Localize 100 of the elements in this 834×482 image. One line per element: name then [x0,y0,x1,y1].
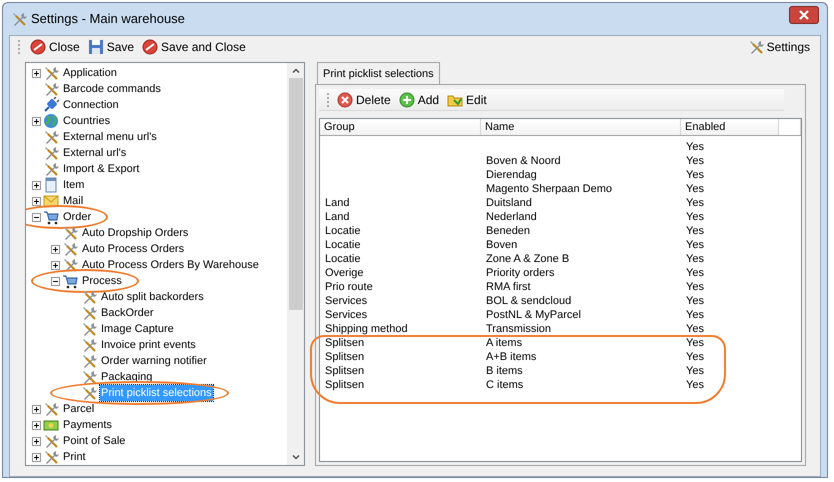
tree-item[interactable]: Invoice print events [100,336,197,354]
table-cell: Dierendag [486,169,537,181]
expand-icon[interactable] [32,196,41,206]
expand-icon[interactable] [51,260,60,270]
tree-item[interactable]: Barcode commands [62,80,162,98]
tree-item[interactable]: Auto split backorders [100,288,205,306]
expand-icon[interactable] [32,116,41,126]
toolbar-button[interactable]: Close [28,38,82,56]
table-cell: B items [486,365,523,377]
tree-item[interactable]: Packaging [100,368,154,386]
tools-icon [62,241,78,257]
tree-item[interactable]: Countries [62,112,112,130]
scrollbar[interactable] [287,63,304,465]
expand-icon[interactable] [32,404,41,414]
document-icon [43,177,59,193]
toolbar-button[interactable]: Delete [337,90,391,108]
tree-item[interactable]: Import & Export [62,160,140,178]
table-cell: C items [486,379,524,391]
table-cell: Priority orders [486,267,554,279]
tree-item[interactable]: Auto Process Orders [81,240,186,258]
table-cell: RMA first [486,281,531,293]
table-cell: A+B items [486,351,536,363]
scroll-thumb[interactable] [288,78,302,310]
tools-icon [81,385,97,401]
column-header[interactable]: Group [320,119,481,135]
table-cell: Yes [686,323,704,335]
scroll-down-icon[interactable] [292,455,300,460]
table-cell: A items [486,337,522,349]
expand-icon[interactable] [32,180,41,190]
expand-icon[interactable] [51,244,60,254]
tree-item[interactable]: External menu url's [62,128,158,146]
tree-item[interactable]: Connection [62,96,120,114]
table-cell: Magento Sherpaan Demo [486,183,612,195]
tools-icon [43,433,59,449]
column-header[interactable]: Enabled [681,119,779,135]
tree-item[interactable]: Application [62,64,118,82]
tree-item[interactable]: Image Capture [100,320,175,338]
table-cell: Yes [686,211,704,223]
table-cell: Yes [686,169,704,181]
tree-item[interactable]: Auto Dropship Orders [81,224,190,242]
table-cell: Boven & Noord [486,155,561,167]
table-cell: Yes [686,379,704,391]
tree-item[interactable]: Mail [62,192,84,210]
tools-icon [81,321,97,337]
close-button[interactable] [789,6,819,24]
tools-icon [81,289,97,305]
table-cell: PostNL & MyParcel [486,309,581,321]
column-header[interactable]: Name [481,119,681,135]
plug-icon [43,97,59,113]
tab[interactable]: Print picklist selections [317,62,440,84]
table-cell: Boven [486,239,518,251]
toolbar-button[interactable]: Save and Close [140,38,248,56]
table-cell: Splitsen [325,351,364,363]
expand-icon[interactable] [32,68,41,78]
table-cell: Prio route [325,281,373,293]
tools-icon [43,81,59,97]
tree-item[interactable]: External url's [62,144,128,162]
close-icon [799,10,809,20]
toolbar-button[interactable]: Add [398,90,440,108]
table-cell: Services [325,295,368,307]
window-title: Settings - Main warehouse [31,10,185,28]
table-cell: Locatie [325,253,360,265]
tree-item[interactable]: Parcel [62,400,96,418]
collapse-icon[interactable] [32,212,41,222]
table-cell: Yes [686,295,704,307]
tree-item[interactable]: Point of Sale [62,432,126,450]
expand-icon[interactable] [32,420,41,430]
table-cell: Locatie [325,225,360,237]
table-cell: Splitsen [325,365,364,377]
table-cell: Duitsland [486,197,532,209]
settings-button[interactable]: Settings [746,38,812,56]
tree-item[interactable]: Process [81,272,123,290]
tree-item[interactable]: Order warning notifier [100,352,208,370]
table-cell: Yes [686,141,704,153]
tree-item[interactable]: Payments [62,416,113,434]
table-cell: Yes [686,239,704,251]
tree-item[interactable]: Auto Process Orders By Warehouse [81,256,260,274]
table-cell: Splitsen [325,337,364,349]
table-cell: Locatie [325,239,360,251]
no-entry-icon [30,39,46,55]
add-icon [398,92,415,108]
table-cell: Overige [325,267,364,279]
tree-item[interactable]: Order [62,208,92,226]
scroll-up-icon[interactable] [292,68,300,73]
tree-item[interactable]: Item [62,176,86,194]
collapse-icon[interactable] [51,276,60,286]
table-cell: Yes [686,253,704,265]
expand-icon[interactable] [32,436,41,446]
table-cell: Yes [686,351,704,363]
tools-icon [11,11,27,27]
tools-icon [81,337,97,353]
tree-item[interactable]: Print [62,448,87,465]
tools-icon [43,401,59,417]
table-cell: Yes [686,337,704,349]
toolbar-button[interactable]: Edit [447,90,487,108]
table-cell: Zone A & Zone B [486,253,570,265]
tools-icon [43,129,59,145]
toolbar-button[interactable]: Save [86,38,136,56]
tree-item[interactable]: BackOrder [100,304,155,322]
expand-icon[interactable] [32,452,41,462]
